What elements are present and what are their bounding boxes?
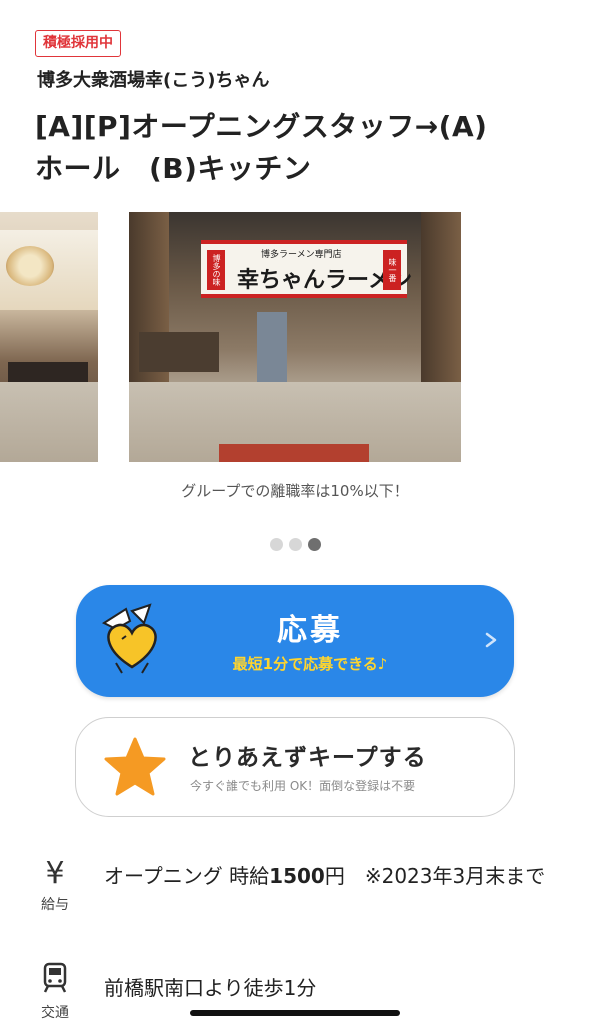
salary-prefix: オープニング 時給 — [104, 864, 270, 888]
keep-subtext: 今すぐ誰でも利用 OK！面倒な登録は不要 — [190, 779, 416, 793]
yen-icon: ¥ — [45, 856, 65, 891]
apply-subtext: 最短1分で応募できる♪ — [232, 655, 388, 673]
train-icon — [43, 962, 67, 993]
job-title-line2: ホール (B)キッチン — [35, 152, 312, 185]
company-name: 博多大衆酒場幸(こう)ちゃん — [37, 70, 270, 91]
job-title: [A][P]オープニングスタッフ→(A) ホール (B)キッチン — [35, 106, 555, 190]
salary-text: オープニング 時給1500円 ※2023年3月末まで — [104, 858, 554, 894]
photo-carousel[interactable]: 博多の味 博多ラーメン専門店 幸ちゃんラーメン 味一番 — [0, 212, 590, 462]
hiring-badge: 積極採用中 — [35, 30, 121, 57]
access-label: 交通 — [41, 1005, 69, 1021]
banner-tag-left: 博多の味 — [207, 250, 225, 290]
apply-button[interactable]: 応募 最短1分で応募できる♪ — [76, 585, 514, 697]
salary-suffix: 円 ※2023年3月末まで — [324, 864, 546, 888]
home-indicator[interactable] — [190, 1010, 400, 1016]
shop-banner: 博多の味 博多ラーメン専門店 幸ちゃんラーメン 味一番 — [201, 240, 412, 298]
star-icon — [104, 737, 166, 796]
pagination-dot-active[interactable] — [307, 538, 321, 551]
keep-label: とりあえずキープする — [188, 745, 427, 771]
pagination-dot[interactable] — [288, 538, 302, 551]
banner-tag-right: 味一番 — [383, 250, 401, 290]
carousel-pagination — [0, 538, 590, 552]
photo-caption: グループでの離職率は10%以下！ — [181, 482, 409, 500]
pagination-dot[interactable] — [269, 538, 283, 551]
refrigerator — [257, 312, 287, 392]
access-icon-wrap: 交通 — [30, 962, 80, 1022]
carousel-photo-previous[interactable] — [0, 212, 98, 462]
salary-label: 給与 — [41, 897, 69, 913]
job-title-line1: [A][P]オープニングスタッフ→(A) — [35, 110, 488, 143]
entrance-mat — [219, 444, 369, 462]
banner-subtitle: 博多ラーメン専門店 — [261, 250, 342, 260]
floor — [0, 382, 98, 462]
dining-tables — [139, 332, 219, 372]
salary-icon-wrap: ¥ 給与 — [30, 858, 80, 914]
ramen-bowl-image — [6, 246, 54, 286]
salary-amount: 1500 — [269, 864, 325, 888]
keep-button[interactable]: とりあえずキープする 今すぐ誰でも利用 OK！面倒な登録は不要 — [75, 717, 515, 817]
apply-label: 応募 — [277, 613, 343, 648]
carousel-photo-current[interactable]: 博多の味 博多ラーメン専門店 幸ちゃんラーメン 味一番 — [129, 212, 461, 462]
access-text: 前橋駅南口より徒歩1分 — [104, 976, 317, 1000]
chevron-right-icon — [485, 632, 497, 648]
